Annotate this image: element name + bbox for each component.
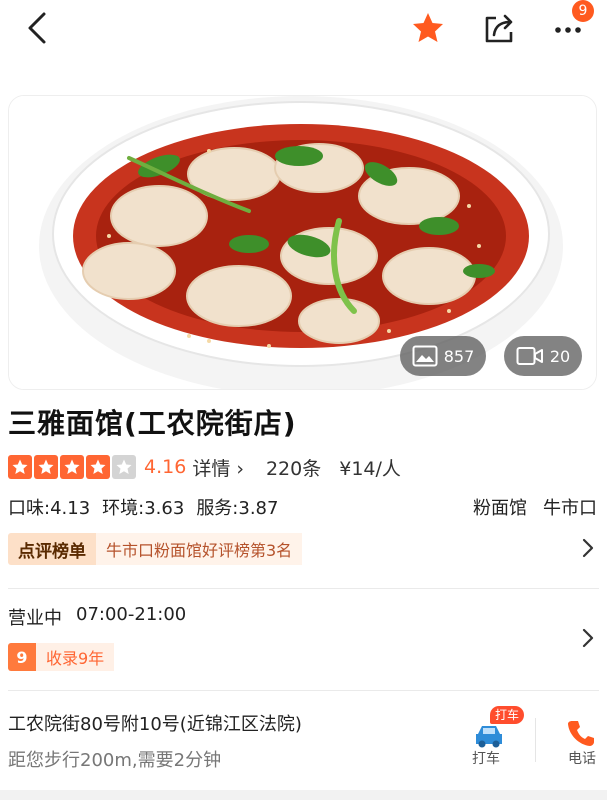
notification-badge: 9: [572, 0, 594, 22]
years-number: 9: [8, 643, 36, 671]
business-hours[interactable]: 营业中 07:00-21:00: [8, 604, 186, 630]
top-bar: 9: [0, 0, 607, 60]
years-text: 收录9年: [36, 643, 115, 671]
shop-category[interactable]: 粉面馆: [473, 494, 527, 520]
address[interactable]: 工农院街80号附10号(近锦江区法院): [8, 710, 302, 736]
details-label: 详情: [192, 457, 231, 480]
video-icon: [516, 347, 543, 365]
ranking-tag: 点评榜单: [8, 533, 96, 565]
divider: [8, 588, 599, 589]
sub-scores: 口味:4.13 环境:3.63 服务:3.87: [8, 494, 278, 520]
divider: [8, 690, 599, 691]
shop-name: 三雅面馆(工农院街店): [8, 407, 297, 440]
taxi-badge: 打车: [490, 706, 525, 724]
environment-score: 环境:3.63: [102, 498, 185, 519]
chevron-left-icon: [28, 12, 46, 44]
category-area: 粉面馆 牛市口: [473, 494, 597, 520]
favorite-button[interactable]: [410, 10, 446, 46]
chevron-right-icon[interactable]: [578, 536, 598, 560]
share-icon: [485, 14, 513, 43]
image-icon: [412, 345, 438, 367]
taste-score: 口味:4.13: [8, 498, 91, 519]
video-count-button[interactable]: 20: [504, 336, 582, 376]
bottom-spacer: [0, 790, 607, 800]
star-icon: [112, 455, 136, 479]
rating-score: 4.16: [144, 456, 187, 478]
review-count[interactable]: 220条: [266, 454, 321, 481]
avg-price: ¥14/人: [339, 457, 401, 480]
service-score: 服务:3.87: [196, 498, 279, 519]
star-icon: [34, 455, 58, 479]
listed-years-badge: 9 收录9年: [8, 642, 115, 672]
star-icon: [60, 455, 84, 479]
phone-label: 电话: [568, 751, 596, 767]
details-link[interactable]: 详情 ›: [192, 454, 244, 481]
open-status: 营业中: [8, 608, 62, 629]
car-icon: [476, 726, 502, 748]
chevron-right-icon[interactable]: [578, 626, 598, 650]
phone-icon: [568, 721, 594, 746]
photo-count-button[interactable]: 857: [400, 336, 486, 376]
walking-distance: 距您步行200m,需要2分钟: [8, 750, 222, 771]
star-rating: [8, 455, 136, 479]
shop-area[interactable]: 牛市口: [543, 494, 597, 520]
divider: [535, 718, 536, 762]
photo-count: 857: [443, 346, 475, 366]
taxi-label: 打车: [472, 751, 500, 767]
star-icon: [8, 455, 32, 479]
ranking-text: 牛市口粉面馆好评榜第3名: [96, 533, 303, 565]
share-button[interactable]: [480, 8, 520, 48]
video-count: 20: [549, 346, 571, 366]
back-button[interactable]: [18, 8, 58, 48]
star-icon: [86, 455, 110, 479]
rating-row: 4.16 详情 › 220条 ¥14/人: [8, 452, 401, 482]
ranking-banner[interactable]: 点评榜单 牛市口粉面馆好评榜第3名: [8, 532, 303, 566]
star-icon: [413, 13, 443, 42]
chevron-right-icon: ›: [230, 457, 244, 480]
open-time: 07:00-21:00: [76, 604, 187, 625]
